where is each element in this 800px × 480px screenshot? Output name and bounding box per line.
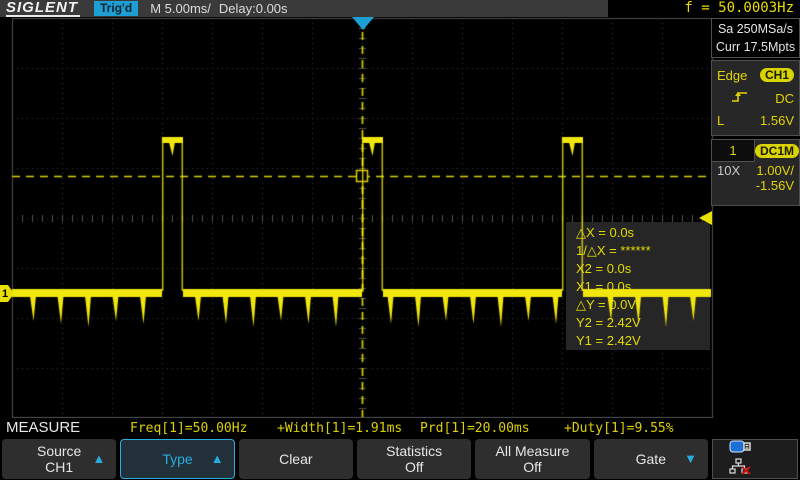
- status-icon-panel: [712, 439, 798, 479]
- measure-freq: Freq[1]=50.00Hz: [130, 421, 247, 436]
- clear-label: Clear: [279, 451, 312, 467]
- memory-depth: Curr 17.5Mpts: [716, 40, 795, 54]
- timebase-readout: M 5.00ms/Delay:0.00s: [150, 1, 295, 16]
- gate-button[interactable]: Gate ▼: [594, 439, 708, 479]
- trigger-level-marker[interactable]: [699, 211, 712, 225]
- up-arrow-icon: ▲: [211, 451, 224, 467]
- source-label: Source: [37, 443, 81, 459]
- cursor-x2: X2 = 0.0s: [576, 260, 710, 278]
- lan-disconnected-icon: [729, 458, 753, 480]
- measure-status-bar: MEASURE Freq[1]=50.00Hz +Width[1]=1.91ms…: [0, 418, 800, 437]
- statistics-value: Off: [405, 459, 423, 475]
- channel-coupling-badge[interactable]: DC1M: [755, 144, 799, 158]
- sample-rate: Sa 250MSa/s: [718, 22, 793, 36]
- rising-edge-icon: [731, 90, 749, 107]
- cursor-readout-box: △X = 0.0s 1/△X = ****** X2 = 0.0s X1 = 0…: [566, 222, 710, 350]
- cursor-dx: △X = 0.0s: [576, 224, 710, 242]
- channel1-info-box[interactable]: 1 DC1M 10X 1.00V/ -1.56V: [711, 139, 800, 206]
- softkey-menu: Source CH1 ▲ Type ▲ Clear Statistics Off…: [0, 437, 800, 480]
- all-measure-value: Off: [523, 459, 541, 475]
- measure-pwidth: +Width[1]=1.91ms: [277, 421, 402, 436]
- trigger-status-badge: Trig'd: [94, 1, 138, 16]
- measure-period: Prd[1]=20.00ms: [420, 421, 530, 436]
- source-button[interactable]: Source CH1 ▲: [2, 439, 116, 479]
- statistics-button[interactable]: Statistics Off: [357, 439, 471, 479]
- cursor-y1: Y1 = 2.42V: [576, 332, 710, 350]
- up-arrow-icon: ▲: [92, 451, 105, 467]
- trigger-level-value: 1.56V: [760, 113, 794, 128]
- cursor-inv-dx: 1/△X = ******: [576, 242, 710, 260]
- trigger-coupling: DC: [775, 91, 794, 106]
- acquisition-info-box: Sa 250MSa/s Curr 17.5Mpts: [711, 18, 800, 58]
- trigger-level-label: L: [717, 113, 724, 128]
- type-button[interactable]: Type ▲: [120, 439, 234, 479]
- clear-button[interactable]: Clear: [239, 439, 353, 479]
- statistics-label: Statistics: [386, 443, 442, 459]
- trigger-position-marker[interactable]: [352, 17, 374, 30]
- all-measure-label: All Measure: [496, 443, 570, 459]
- frequency-counter: f = 50.0003Hz: [608, 0, 800, 17]
- all-measure-button[interactable]: All Measure Off: [475, 439, 589, 479]
- top-status-bar: SIGLENT Trig'd M 5.00ms/Delay:0.00s f = …: [0, 0, 800, 17]
- source-value: CH1: [45, 459, 73, 475]
- probe-attenuation: 10X: [717, 163, 740, 178]
- trigger-type: Edge: [717, 68, 747, 83]
- measure-title: MEASURE: [6, 419, 80, 436]
- measure-pduty: +Duty[1]=9.55%: [564, 421, 674, 436]
- type-label: Type: [162, 451, 192, 467]
- cursor-x1: X1 = 0.0s: [576, 278, 710, 296]
- cursor-dy: △Y = 0.0V: [576, 296, 710, 314]
- trigger-source-badge[interactable]: CH1: [760, 68, 794, 82]
- channel-number-tab[interactable]: 1: [712, 140, 755, 162]
- gate-label: Gate: [636, 451, 666, 467]
- cursor-y2: Y2 = 2.42V: [576, 314, 710, 332]
- trigger-info-box[interactable]: Edge CH1 DC L 1.56V: [711, 60, 800, 136]
- siglent-logo: SIGLENT: [6, 1, 80, 17]
- delay-value: Delay:0.00s: [219, 1, 288, 16]
- channel-offset: -1.56V: [712, 178, 799, 193]
- oscilloscope-screen: △X = 0.0s 1/△X = ****** X2 = 0.0s X1 = 0…: [0, 0, 800, 480]
- timebase-value: M 5.00ms/: [150, 1, 211, 16]
- volts-per-div: 1.00V/: [756, 163, 794, 178]
- usb-icon: [729, 440, 753, 458]
- down-arrow-icon: ▼: [684, 451, 697, 467]
